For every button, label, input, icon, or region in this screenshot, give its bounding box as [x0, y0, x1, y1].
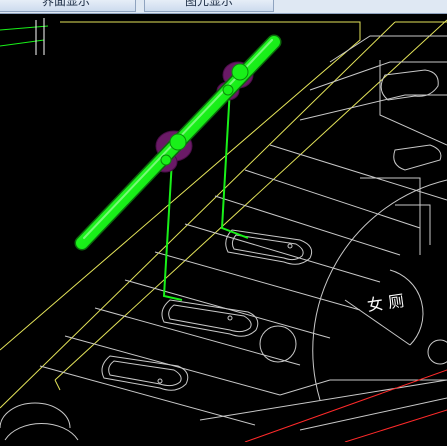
- room-label: 女 厕: [366, 291, 405, 315]
- axis-lines: [244, 369, 447, 443]
- tab-element-display[interactable]: 图元显示: [144, 0, 274, 12]
- drawing-canvas: 女 厕: [0, 18, 447, 443]
- tab-interface-display[interactable]: 界面显示: [0, 0, 136, 12]
- cad-viewport[interactable]: 女 厕: [0, 14, 447, 443]
- main-pipe[interactable]: [74, 34, 282, 251]
- toolbar: 界面显示 图元显示: [0, 0, 447, 14]
- fixture-outlines: [101, 69, 442, 391]
- corner-linework: [0, 18, 49, 55]
